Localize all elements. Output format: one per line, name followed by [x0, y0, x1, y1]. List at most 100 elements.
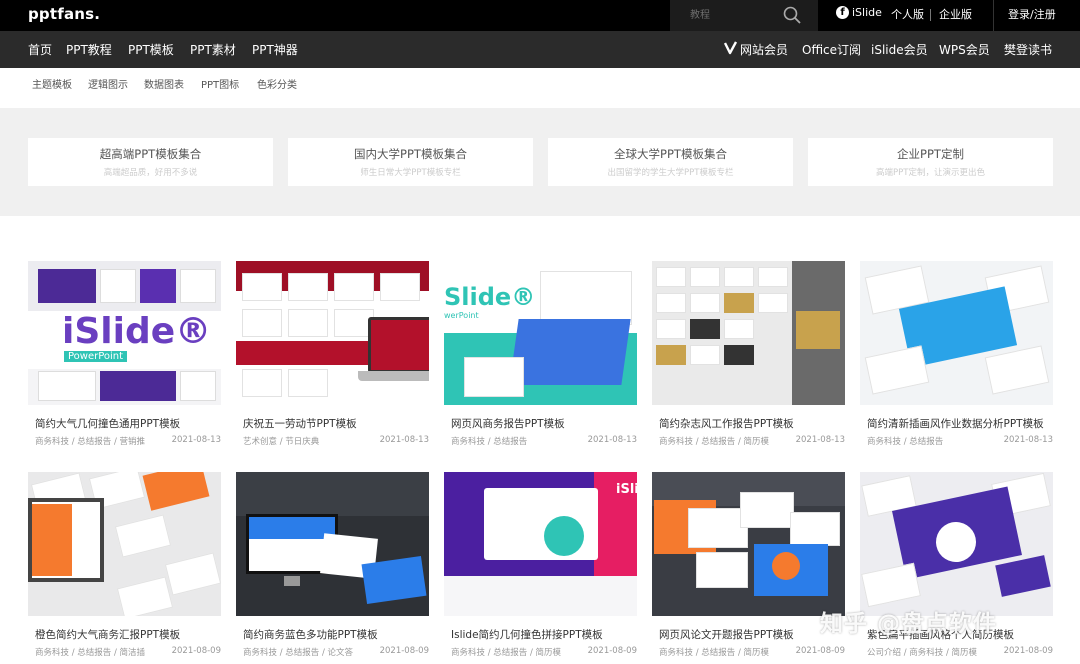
subnav-theme-templates[interactable]: 主题模板: [32, 76, 72, 91]
subnav-logic-diagrams[interactable]: 逻辑图示: [88, 76, 128, 91]
template-title[interactable]: 简约大气几何撞色通用PPT模板: [35, 416, 221, 431]
template-title[interactable]: Islide简约几何撞色拼接PPT模板: [451, 627, 637, 642]
template-category[interactable]: 商务科技 / 总结报告: [867, 435, 943, 447]
site-logo[interactable]: pptfans.: [28, 5, 100, 23]
template-date: 2021-08-13: [171, 435, 221, 445]
nav-ppt-template[interactable]: PPT模板: [128, 41, 174, 58]
subnav-ppt-icons[interactable]: PPT图标: [201, 76, 239, 91]
template-title[interactable]: 简约商务蓝色多功能PPT模板: [243, 627, 429, 642]
main-nav: 首页 PPT教程 PPT模板 PPT素材 PPT神器 网站会员 Office订阅…: [0, 31, 1080, 68]
template-date: 2021-08-13: [379, 435, 429, 445]
template-thumbnail[interactable]: iSli: [444, 472, 637, 616]
feature-subtitle: 出国留学的学生大学PPT模板专栏: [607, 168, 734, 178]
template-category[interactable]: 商务科技 / 总结报告 / 简历模: [659, 646, 769, 658]
feature-subtitle: 师生日常大学PPT模板专栏: [360, 168, 461, 178]
nav-ppt-tools[interactable]: PPT神器: [252, 41, 298, 58]
template-thumbnail[interactable]: iSlide® PowerPoint: [28, 261, 221, 405]
feature-subtitle: 高端超品质，好用不多说: [103, 168, 198, 178]
template-category[interactable]: 艺术创意 / 节日庆典: [243, 435, 319, 447]
template-grid: iSlide® PowerPoint 简约大气几何撞色通用PPT模板 商务科技 …: [0, 216, 1080, 664]
subnav-data-charts[interactable]: 数据图表: [144, 76, 184, 91]
top-bar: pptfans. f iSlide 个人版 企业版 登录/注册: [0, 0, 1080, 31]
nav-office-subscription[interactable]: Office订阅: [802, 41, 861, 58]
feature-card[interactable]: 企业PPT定制 高端PPT定制，让演示更出色: [808, 138, 1053, 186]
template-category[interactable]: 商务科技 / 总结报告 / 营销推: [35, 435, 145, 447]
template-card[interactable]: 简约清新插画风作业数据分析PPT模板 商务科技 / 总结报告 2021-08-1…: [860, 261, 1053, 449]
template-date: 2021-08-09: [1003, 646, 1053, 656]
template-meta: 商务科技 / 总结报告 / 简历模 2021-08-13: [652, 435, 845, 449]
nav-fandeng-reading[interactable]: 樊登读书: [1004, 41, 1052, 58]
feature-card[interactable]: 全球大学PPT模板集合 出国留学的学生大学PPT模板专栏: [548, 138, 793, 186]
template-title[interactable]: 简约清新插画风作业数据分析PPT模板: [867, 416, 1053, 431]
divider: [930, 9, 931, 21]
enterprise-edition-link[interactable]: 企业版: [939, 6, 972, 22]
template-thumbnail[interactable]: [860, 472, 1053, 616]
template-card[interactable]: 简约杂志风工作报告PPT模板 商务科技 / 总结报告 / 简历模 2021-08…: [652, 261, 845, 449]
template-title[interactable]: 庆祝五一劳动节PPT模板: [243, 416, 429, 431]
islide-logo-icon: f: [836, 6, 849, 19]
template-card[interactable]: 庆祝五一劳动节PPT模板 艺术创意 / 节日庆典 2021-08-13: [236, 261, 429, 449]
template-date: 2021-08-09: [795, 646, 845, 656]
template-date: 2021-08-13: [795, 435, 845, 445]
feature-title: 企业PPT定制: [897, 147, 964, 161]
template-meta: 艺术创意 / 节日庆典 2021-08-13: [236, 435, 429, 449]
nav-ppt-tutorial[interactable]: PPT教程: [66, 41, 112, 58]
template-card[interactable]: iSlide® PowerPoint 简约大气几何撞色通用PPT模板 商务科技 …: [28, 261, 221, 449]
template-date: 2021-08-09: [587, 646, 637, 656]
template-date: 2021-08-13: [1003, 435, 1053, 445]
template-meta: 商务科技 / 总结报告 / 营销推 2021-08-13: [28, 435, 221, 449]
login-area: 登录/注册: [993, 0, 1080, 31]
template-date: 2021-08-09: [379, 646, 429, 656]
personal-edition-link[interactable]: 个人版: [891, 6, 924, 22]
thumbnail-brand-text: iSli: [616, 482, 637, 497]
nav-wps-member[interactable]: WPS会员: [939, 41, 990, 58]
template-thumbnail[interactable]: [28, 472, 221, 616]
thumbnail-brand-sub: PowerPoint: [64, 351, 128, 362]
subnav-color-categories[interactable]: 色彩分类: [257, 76, 297, 91]
nav-site-member[interactable]: 网站会员: [740, 41, 788, 58]
nav-home[interactable]: 首页: [28, 41, 52, 58]
feature-card[interactable]: 国内大学PPT模板集合 师生日常大学PPT模板专栏: [288, 138, 533, 186]
template-thumbnail[interactable]: [860, 261, 1053, 405]
template-category[interactable]: 商务科技 / 总结报告 / 简洁插: [35, 646, 145, 658]
template-title[interactable]: 网页风论文开题报告PPT模板: [659, 627, 845, 642]
template-title[interactable]: 网页风商务报告PPT模板: [451, 416, 637, 431]
template-category[interactable]: 商务科技 / 总结报告 / 简历模: [659, 435, 769, 447]
template-meta: 商务科技 / 总结报告 2021-08-13: [444, 435, 637, 449]
template-card[interactable]: Slide® werPoint 网页风商务报告PPT模板 商务科技 / 总结报告…: [444, 261, 637, 449]
feature-title: 全球大学PPT模板集合: [614, 147, 727, 161]
nav-islide-member[interactable]: iSlide会员: [871, 41, 928, 58]
template-thumbnail[interactable]: [652, 472, 845, 616]
template-meta: 商务科技 / 总结报告 / 简历模 2021-08-09: [652, 646, 845, 660]
feature-card[interactable]: 超高端PPT模板集合 高端超品质，好用不多说: [28, 138, 273, 186]
search-icon[interactable]: [782, 5, 802, 25]
template-category[interactable]: 公司介绍 / 商务科技 / 简历模: [867, 646, 977, 658]
template-thumbnail[interactable]: [652, 261, 845, 405]
feature-subtitle: 高端PPT定制，让演示更出色: [876, 168, 985, 178]
thumbnail-brand-text: Slide®: [444, 283, 536, 311]
template-category[interactable]: 商务科技 / 总结报告 / 论文答: [243, 646, 353, 658]
category-subnav: 主题模板 逻辑图示 数据图表 PPT图标 色彩分类: [0, 68, 1080, 108]
thumbnail-brand-text: iSlide®: [62, 311, 212, 352]
template-meta: 商务科技 / 总结报告 / 简历模 2021-08-09: [444, 646, 637, 660]
template-thumbnail[interactable]: [236, 261, 429, 405]
search-input[interactable]: [690, 6, 785, 24]
template-thumbnail[interactable]: Slide® werPoint: [444, 261, 637, 405]
login-register-link[interactable]: 登录/注册: [1008, 6, 1056, 22]
template-card[interactable]: 简约商务蓝色多功能PPT模板 商务科技 / 总结报告 / 论文答 2021-08…: [236, 472, 429, 660]
nav-ppt-material[interactable]: PPT素材: [190, 41, 236, 58]
template-title[interactable]: 简约杂志风工作报告PPT模板: [659, 416, 845, 431]
template-title[interactable]: 橙色简约大气商务汇报PPT模板: [35, 627, 221, 642]
template-card[interactable]: 网页风论文开题报告PPT模板 商务科技 / 总结报告 / 简历模 2021-08…: [652, 472, 845, 660]
template-meta: 商务科技 / 总结报告 / 论文答 2021-08-09: [236, 646, 429, 660]
template-meta: 商务科技 / 总结报告 2021-08-13: [860, 435, 1053, 449]
feature-title: 超高端PPT模板集合: [99, 147, 202, 161]
template-card[interactable]: 橙色简约大气商务汇报PPT模板 商务科技 / 总结报告 / 简洁插 2021-0…: [28, 472, 221, 660]
template-thumbnail[interactable]: [236, 472, 429, 616]
template-date: 2021-08-13: [587, 435, 637, 445]
template-category[interactable]: 商务科技 / 总结报告 / 简历模: [451, 646, 561, 658]
template-category[interactable]: 商务科技 / 总结报告: [451, 435, 527, 447]
islide-link[interactable]: iSlide: [852, 6, 882, 19]
template-card[interactable]: iSli Islide简约几何撞色拼接PPT模板 商务科技 / 总结报告 / 简…: [444, 472, 637, 660]
vip-v-icon: [724, 41, 737, 55]
